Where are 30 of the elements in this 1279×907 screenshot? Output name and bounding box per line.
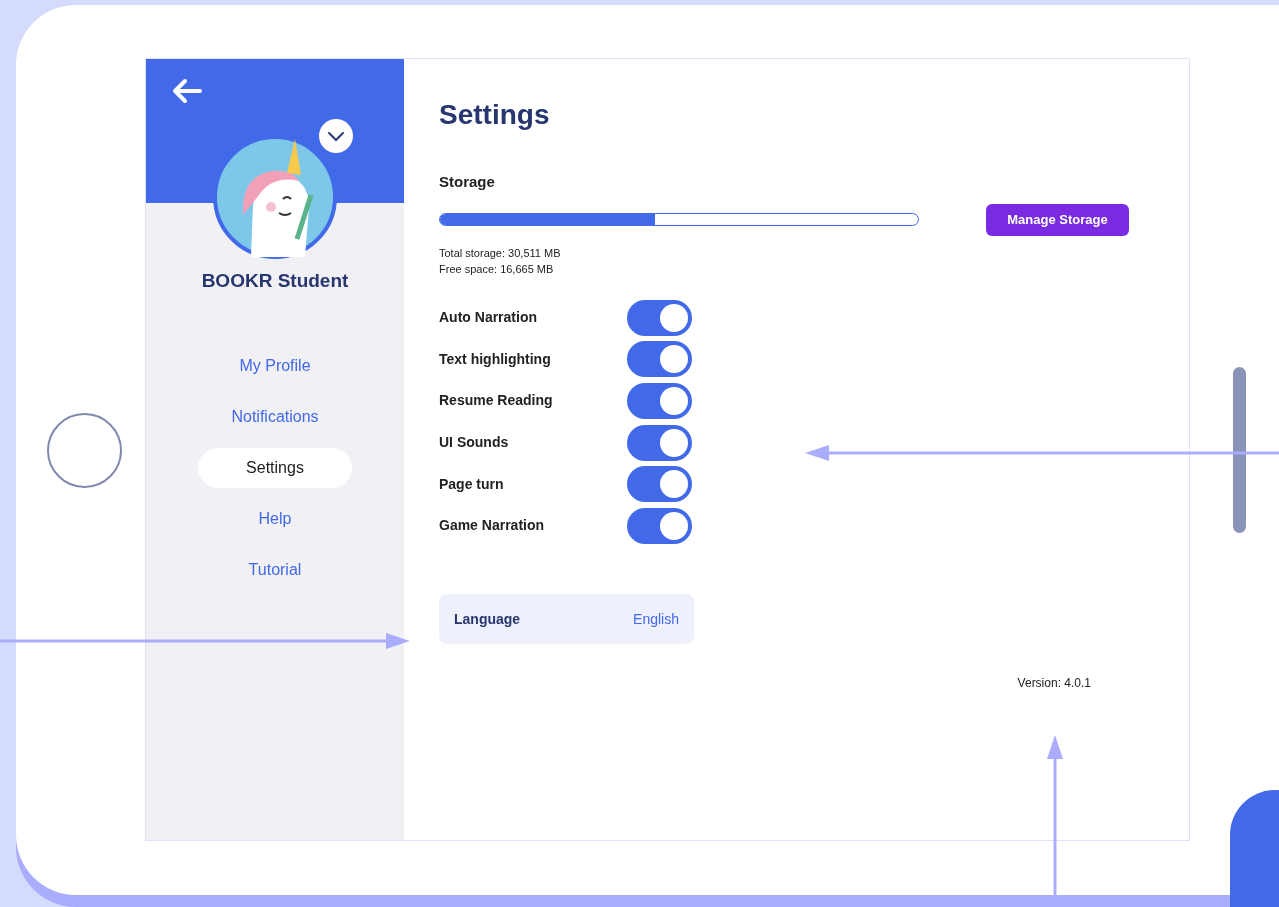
dropdown-icon[interactable] (319, 119, 353, 153)
language-value: English (633, 609, 679, 629)
toggle-switch[interactable] (627, 507, 692, 544)
toggle-switch[interactable] (627, 299, 692, 336)
back-arrow-icon[interactable] (172, 78, 202, 104)
toggle-label: Text highlighting (439, 349, 552, 369)
nav-item[interactable]: Notifications (198, 396, 352, 437)
nav-item[interactable]: Settings (198, 447, 352, 488)
section-label: Storage (439, 172, 496, 192)
profile-name: BOOKR Student (201, 269, 349, 293)
nav-item[interactable]: Help (198, 498, 352, 539)
toggle-label: Page turn (439, 474, 505, 494)
toggle-switch[interactable] (627, 424, 692, 461)
nav-item[interactable]: Tutorial (198, 549, 352, 590)
toggle-switch[interactable] (627, 466, 692, 503)
toggle-switch[interactable] (627, 341, 692, 378)
nav-item[interactable]: My Profile (198, 345, 352, 386)
language-label: Language (454, 609, 521, 629)
toggle-label: Game Narration (439, 516, 546, 536)
version-text: Version: 4.0.1 (1017, 675, 1091, 693)
language-row[interactable]: Language English (439, 594, 694, 645)
home-button[interactable] (47, 413, 122, 488)
manage-storage-button[interactable]: Manage Storage (986, 203, 1129, 236)
storage-total: Total storage: 30,511 MB (439, 245, 562, 261)
toggle-switch[interactable] (627, 383, 692, 419)
storage-free: Free space: 16,665 MB (439, 262, 555, 277)
toggle-label: Resume Reading (439, 391, 554, 411)
toggle-label: Auto Narration (439, 308, 538, 328)
toggle-label: UI Sounds (439, 433, 510, 453)
page-title: Settings (439, 98, 551, 132)
